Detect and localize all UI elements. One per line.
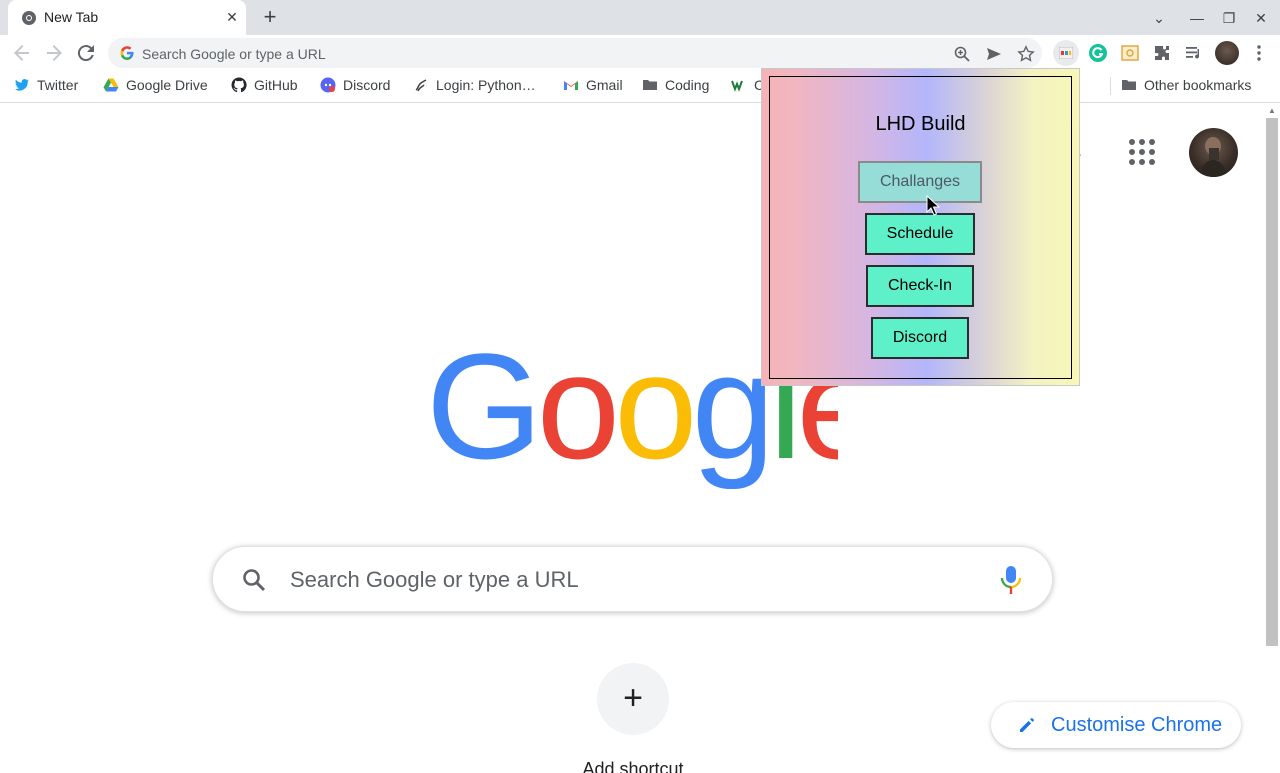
folder-icon [643,80,657,90]
ntp-search-box[interactable]: Search Google or type a URL [212,546,1053,612]
pencil-icon [1020,717,1035,732]
schedule-button[interactable]: Schedule [865,213,975,255]
bookmark-gmail[interactable]: Gmail [563,77,623,95]
kebab-menu-icon[interactable] [1249,43,1269,63]
google-g-icon [120,46,134,60]
bookmark-label: Discord [343,77,391,93]
google-drive-icon [103,78,119,92]
lhd-extension-button[interactable] [1053,40,1079,66]
search-icon [243,569,266,592]
customise-chrome-label: Customise Chrome [1051,714,1223,736]
restore-button[interactable]: ❐ [1219,8,1239,28]
customise-chrome-button[interactable]: Customise Chrome [991,702,1241,748]
profile-avatar[interactable] [1189,128,1238,177]
gmail-icon [564,81,578,90]
bookmark-label: Twitter [37,77,79,93]
add-shortcut-label: Add shortcut [582,759,684,773]
media-controls-icon[interactable] [1184,43,1204,63]
bookmark-label: Coding [665,77,710,93]
grammarly-icon[interactable] [1088,43,1108,63]
bookmark-twitter[interactable]: Twitter [14,77,78,95]
new-tab-page: s Google Search Google or type a URL + [0,104,1280,773]
github-icon [231,77,247,93]
challanges-button[interactable]: Challanges [858,161,982,203]
lhd-extension-popup: LHD Build Challanges Schedule Check-In D… [761,68,1080,386]
send-icon[interactable] [985,45,1003,63]
popup-frame: LHD Build Challanges Schedule Check-In D… [769,76,1072,379]
bookmark-w[interactable]: C [731,77,764,95]
discord-button[interactable]: Discord [871,317,969,359]
popup-title: LHD Build [875,113,966,135]
w-icon [731,80,743,92]
mouse-cursor-icon [926,195,940,216]
bookmark-label: GitHub [254,77,298,93]
bookmark-github[interactable]: GitHub [231,77,298,95]
check-in-button[interactable]: Check-In [866,265,974,307]
toolbar: Search Google or type a URL [0,35,1280,70]
zoom-icon[interactable] [953,45,971,63]
back-icon[interactable] [10,41,34,65]
minimize-button[interactable]: — [1187,8,1207,28]
add-shortcut-button[interactable]: + [597,663,669,735]
scroll-up-arrow[interactable]: ▲ [1266,106,1278,116]
bookmark-label: Google Drive [126,77,208,93]
close-window-button[interactable]: ✕ [1251,8,1271,28]
tab-search-icon[interactable]: ⌄ [1149,8,1169,28]
omnibox[interactable]: Search Google or type a URL [108,38,1042,68]
plus-icon: + [623,679,643,717]
forward-icon[interactable] [42,41,66,65]
bookmark-login-python[interactable]: Login: Python… [413,77,536,95]
avatar-photo [1199,137,1227,177]
extensions-puzzle-icon[interactable] [1152,43,1172,63]
folder-icon [1122,80,1136,90]
bookmark-label: Gmail [586,77,623,93]
lhd-extension-icon [1059,47,1073,59]
tab-close-icon[interactable]: ✕ [224,9,240,25]
tab-title: New Tab [44,9,99,25]
bookmark-star-icon[interactable] [1017,45,1035,63]
bookmark-label: Login: Python… [436,77,536,93]
microphone-icon[interactable] [999,564,1023,596]
ntp-search-placeholder: Search Google or type a URL [290,567,579,592]
replit-icon [415,79,427,92]
chrome-icon [22,11,36,25]
reload-icon[interactable] [74,41,98,65]
omnibox-placeholder: Search Google or type a URL [142,46,326,62]
bookmark-label: Other bookmarks [1144,77,1252,93]
screenshot-extension-icon[interactable] [1120,43,1140,63]
bookmark-discord[interactable]: Discord [320,77,390,95]
bookmark-folder-coding[interactable]: Coding [642,77,709,95]
bookmark-google-drive[interactable]: Google Drive [103,77,208,95]
tab-new-tab[interactable]: New Tab ✕ [8,0,246,35]
tab-strip: New Tab ✕ + ⌄ — ❐ ✕ [0,0,1280,35]
bookmarks-separator [1110,77,1111,95]
scrollbar-thumb[interactable] [1266,118,1278,646]
new-tab-button[interactable]: + [258,6,282,30]
bookmarks-bar: Twitter Google Drive GitHub Discord Logi… [0,70,1280,103]
bookmark-other-bookmarks[interactable]: Other bookmarks [1121,77,1251,95]
discord-icon [320,77,336,93]
google-apps-icon[interactable] [1128,138,1156,166]
twitter-icon [15,79,29,91]
profile-avatar-small[interactable] [1215,41,1239,65]
